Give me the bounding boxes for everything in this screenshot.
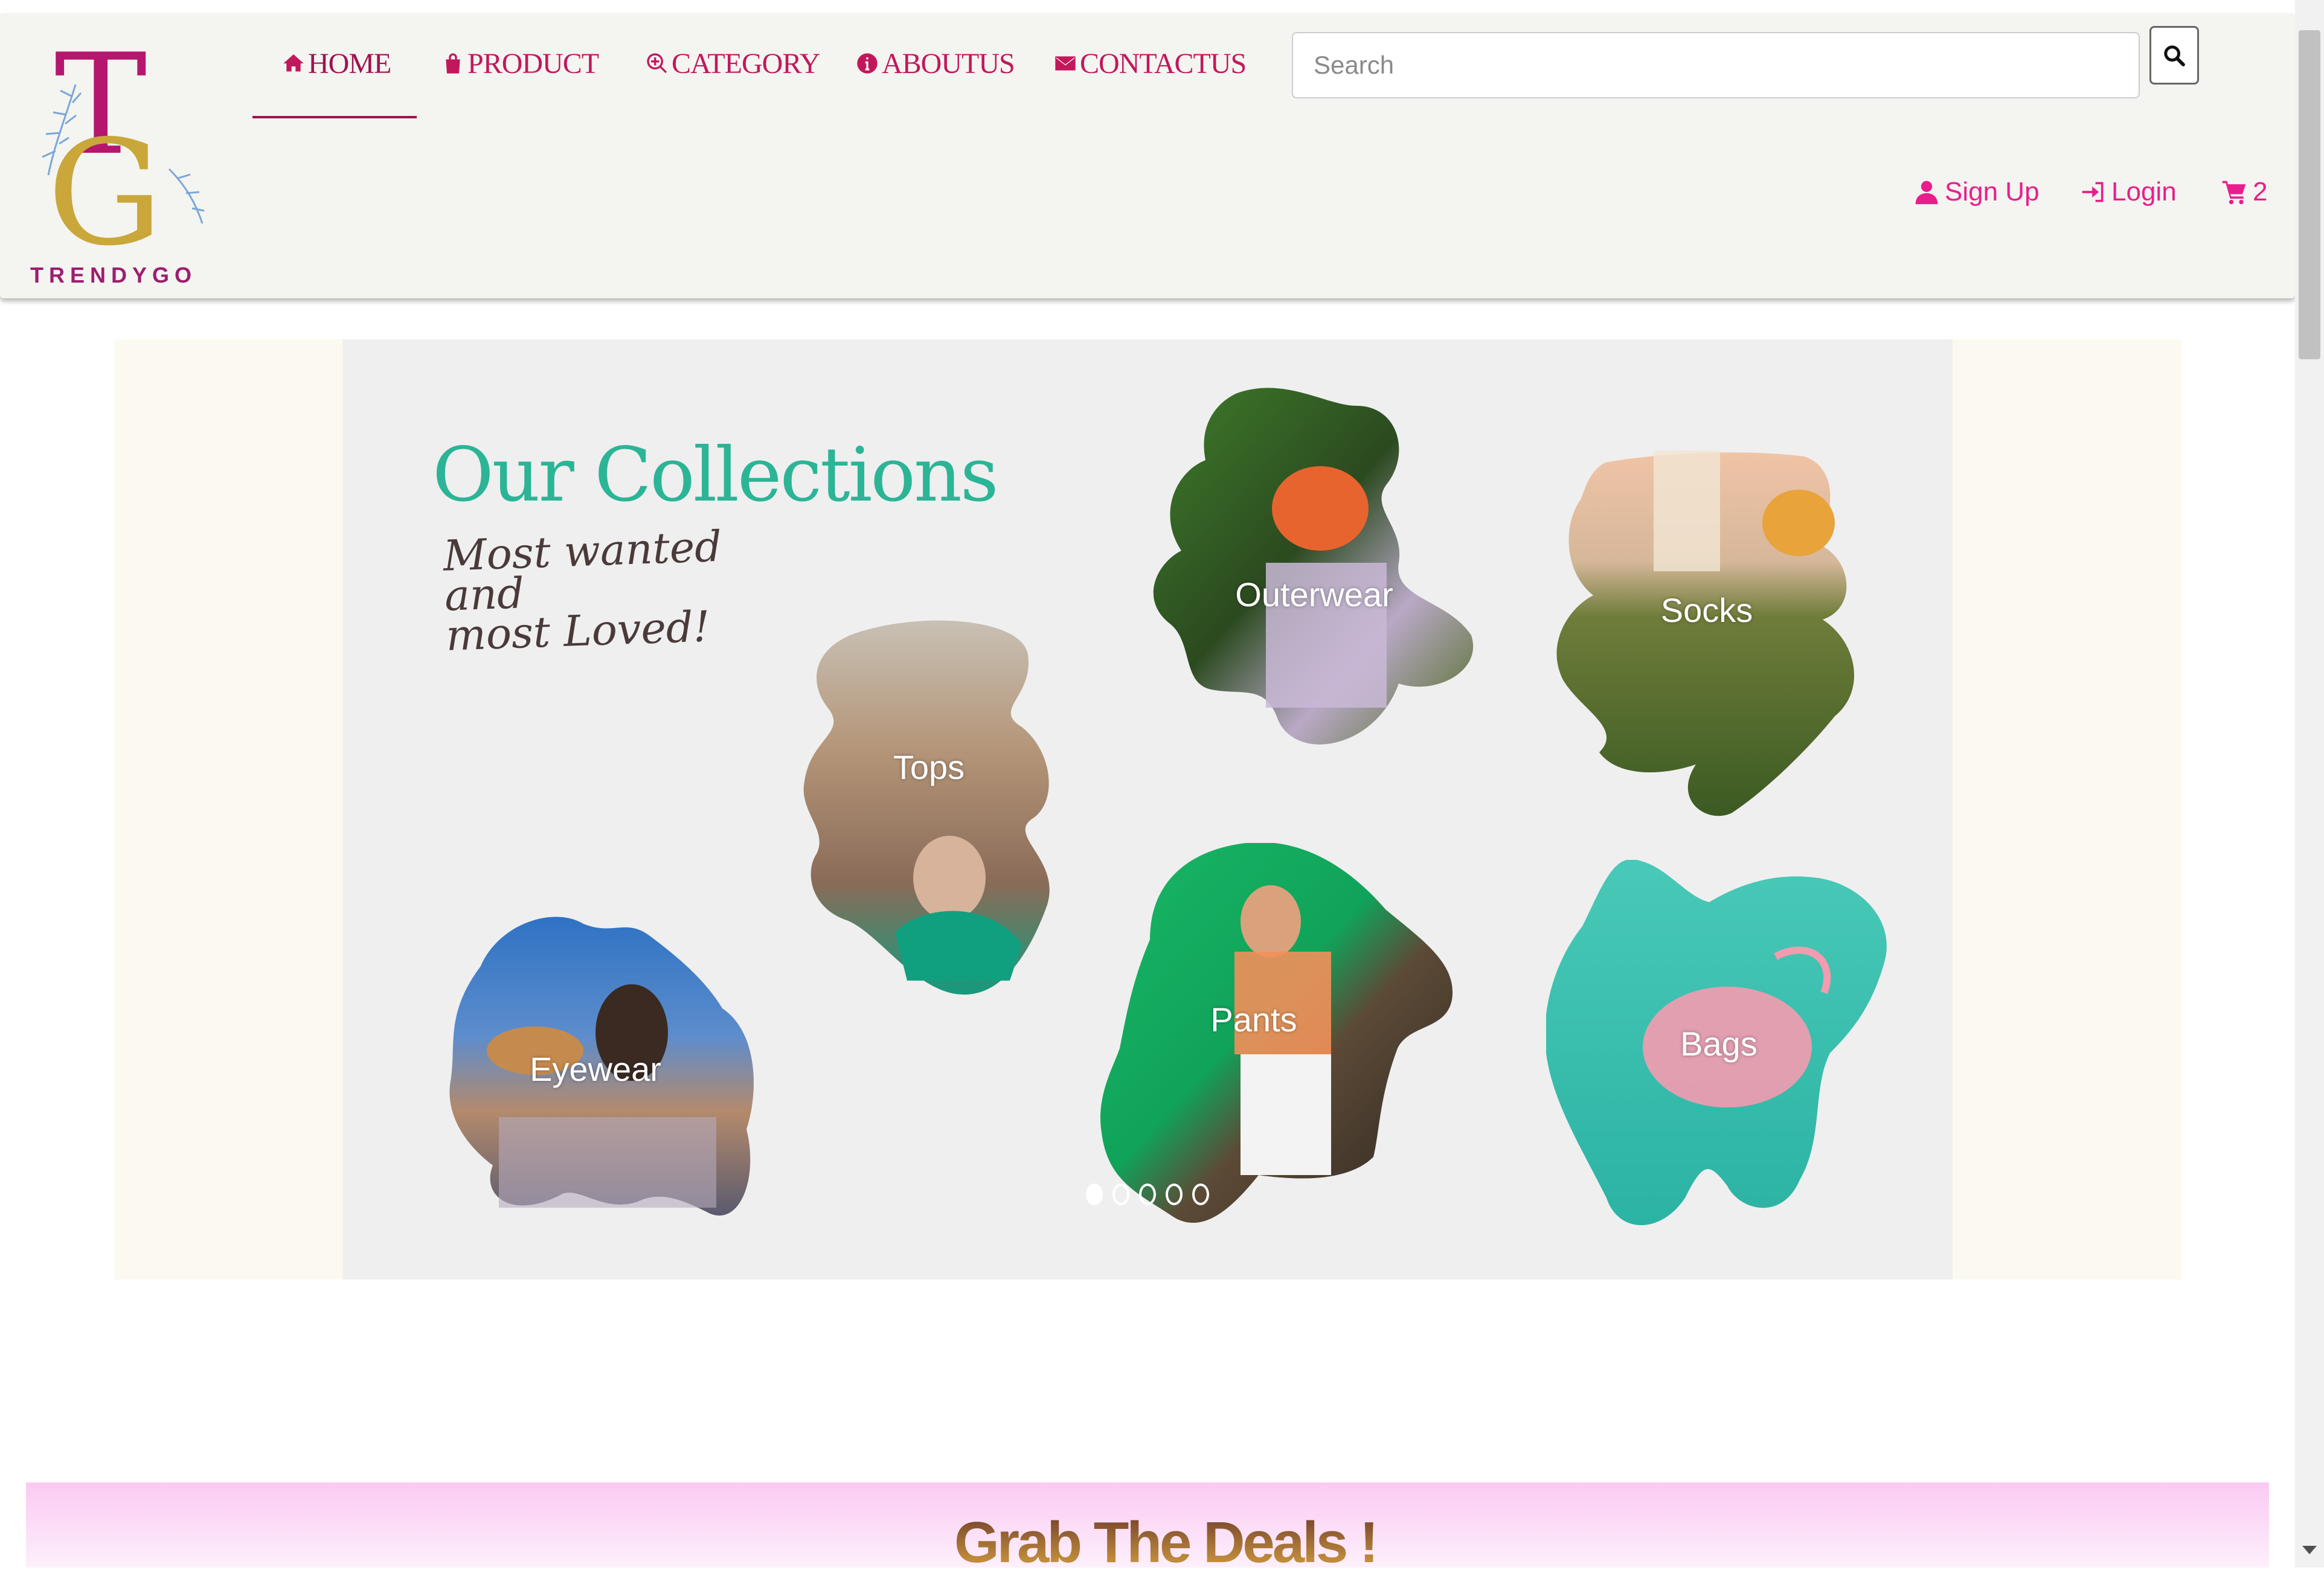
collection-tops-label: Tops [893,748,965,786]
carousel-dot-1[interactable] [1086,1184,1103,1205]
nav-category[interactable]: CATEGORY [645,45,820,82]
search-button[interactable] [2149,26,2199,85]
nav-aboutus[interactable]: ABOUTUS [855,45,1015,82]
search-input[interactable] [1292,32,2140,98]
collection-outerwear[interactable]: Outerwear [1145,382,1483,774]
subtitle-line-1: Most wanted and [442,521,723,621]
envelope-icon [1055,56,1076,71]
info-circle-icon [857,53,878,74]
nav-product-label: PRODUCT [467,47,599,80]
nav-home-label: HOME [308,47,391,80]
collection-outerwear-label: Outerwear [1235,575,1393,613]
shopping-bag-icon [446,53,460,74]
nav-contactus[interactable]: CONTACTUS [1053,45,1247,82]
deals-title: Grab The Deals ! [954,1510,1379,1575]
logo-wordmark: TRENDYGO [30,263,197,287]
trendygo-logo[interactable]: T G TRENDYGO [30,36,211,290]
nav-product[interactable]: PRODUCT [441,45,599,82]
cart-count: 2 [2253,177,2268,207]
shopping-cart-icon [2222,181,2246,205]
signup-label: Sign Up [1945,177,2040,207]
carousel-dot-2[interactable] [1112,1184,1129,1205]
collection-socks[interactable]: Socks [1551,450,1865,819]
search-plus-icon [647,53,667,74]
logo-letter-g: G [47,109,163,278]
collections-title: Our Collections [432,432,999,519]
nav-category-label: CATEGORY [672,47,820,80]
active-nav-indicator [252,116,417,118]
nav-aboutus-label: ABOUTUS [882,47,1015,80]
collection-bags[interactable]: Bags [1545,859,1889,1228]
signup-link[interactable]: Sign Up [1913,174,2040,210]
collection-socks-label: Socks [1660,591,1753,629]
home-icon [283,54,304,72]
scrollbar-thumb[interactable] [2299,30,2320,359]
scroll-down-arrow-icon[interactable] [2302,1546,2317,1554]
collection-eyewear-label: Eyewear [530,1050,661,1088]
collection-tops[interactable]: Tops [792,618,1070,1005]
login-label: Login [2111,177,2177,207]
collection-pants[interactable]: Pants [1096,842,1464,1229]
search-icon [2164,45,2185,66]
tops-photo-blob [803,620,1050,995]
nav-contactus-label: CONTACTUS [1080,47,1247,80]
login-link[interactable]: Login [2080,174,2177,210]
collection-pants-label: Pants [1210,1001,1297,1039]
collections-subtitle: Most wanted and most Loved! [442,521,785,661]
socks-photo-blob [1556,450,1855,816]
user-icon [1915,181,1938,205]
nav-home[interactable]: HOME [281,45,391,82]
collection-eyewear[interactable]: Eyewear [445,912,765,1226]
carousel-dot-3[interactable] [1139,1184,1156,1205]
carousel-dot-5[interactable] [1192,1184,1209,1205]
carousel-dot-4[interactable] [1166,1184,1183,1205]
sign-in-icon [2082,182,2104,202]
collection-bags-label: Bags [1680,1025,1757,1063]
cart-link[interactable]: 2 [2221,174,2267,210]
